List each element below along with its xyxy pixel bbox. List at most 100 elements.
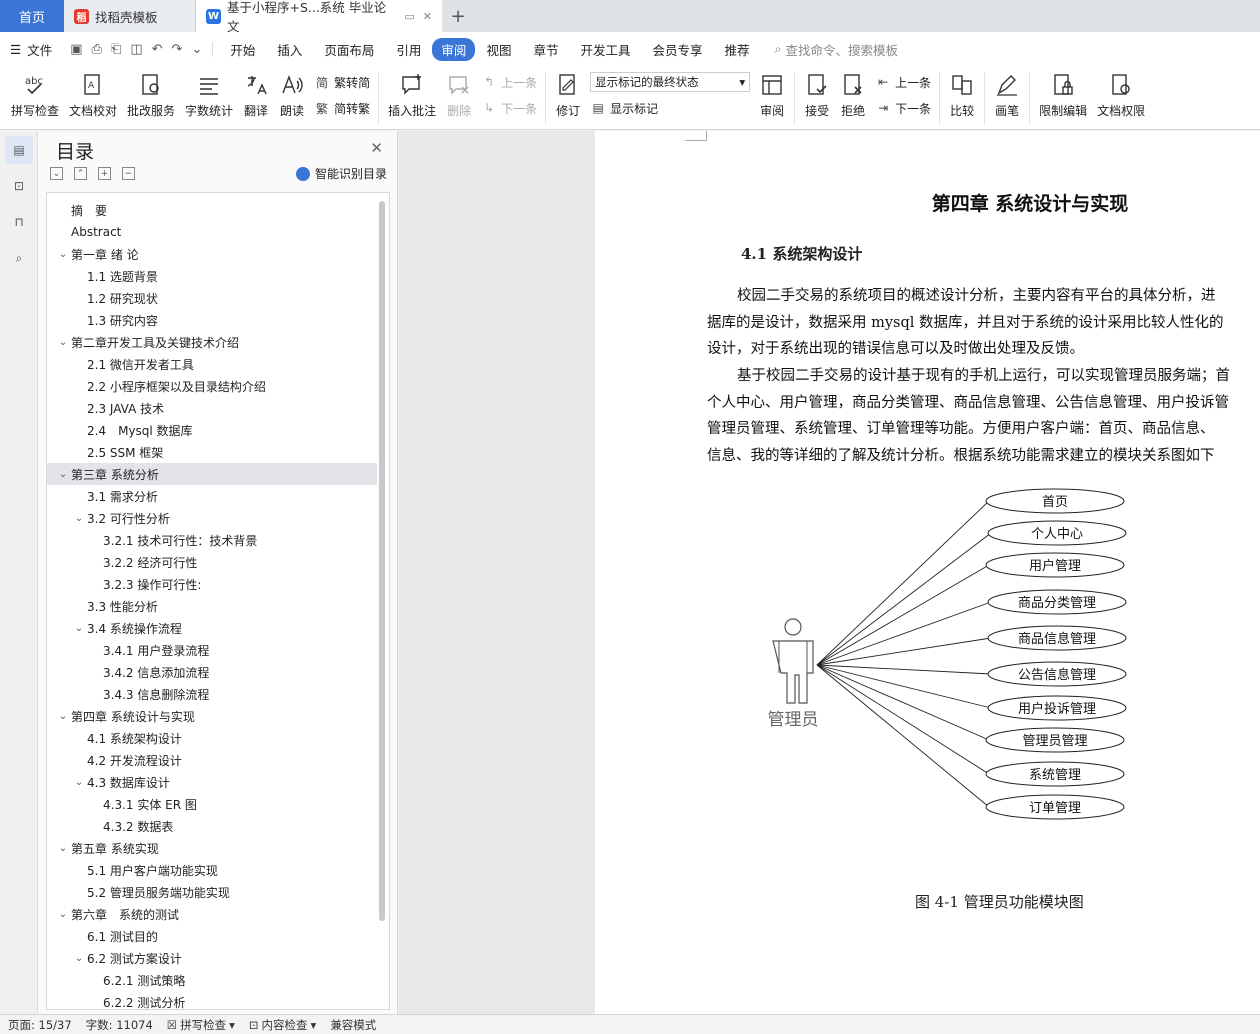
toc-item[interactable]: 3.1 需求分析 — [47, 485, 377, 507]
toc-item[interactable]: ⌄ 第二章开发工具及关键技术介绍 — [47, 331, 377, 353]
toc-panel-icon[interactable]: ▤ — [5, 136, 33, 164]
accept-button[interactable]: 接受 — [799, 66, 835, 119]
toc-item[interactable]: 4.1 系统架构设计 — [47, 727, 377, 749]
delete-comment-button[interactable]: 删除 — [441, 66, 477, 119]
menu-tab-5[interactable]: 视图 — [475, 38, 522, 61]
toc-item[interactable]: 4.3.1 实体 ER 图 — [47, 793, 377, 815]
toc-item[interactable]: ⌄ 6.2 测试方案设计 — [47, 947, 377, 969]
chevron-down-icon[interactable]: ⌄ — [71, 623, 87, 634]
menu-tab-3[interactable]: 引用 — [385, 38, 432, 61]
chevron-down-icon[interactable]: ⌄ — [55, 469, 71, 480]
toc-item[interactable]: 4.3.2 数据表 — [47, 815, 377, 837]
toc-item[interactable]: 4.2 开发流程设计 — [47, 749, 377, 771]
doc-rights-button[interactable]: 文档权限 — [1092, 66, 1150, 119]
tab-home[interactable]: 首页 — [0, 0, 64, 32]
chevron-down-icon[interactable]: ⌄ — [71, 513, 87, 524]
toc-scrollbar[interactable] — [379, 201, 385, 921]
word-count[interactable]: 字数: 11074 — [86, 1017, 153, 1033]
new-tab-button[interactable]: + — [442, 0, 474, 32]
trad-to-simp-button[interactable]: 简繁转简 — [314, 72, 370, 92]
status-spell-check[interactable]: ☒ 拼写检查 ▾ — [167, 1017, 235, 1033]
toc-item[interactable]: 3.3 性能分析 — [47, 595, 377, 617]
toc-item[interactable]: 6.2.2 测试分析 — [47, 991, 377, 1010]
translate-button[interactable]: 翻译 — [238, 66, 274, 119]
tab-window-icon[interactable]: ▭ — [404, 10, 414, 23]
toc-item[interactable]: 2.2 小程序框架以及目录结构介绍 — [47, 375, 377, 397]
undo-icon[interactable]: ↶ — [152, 42, 163, 57]
menu-tab-8[interactable]: 会员专享 — [641, 38, 713, 61]
chevron-down-icon[interactable]: ⌄ — [71, 953, 87, 964]
menu-tab-1[interactable]: 插入 — [266, 38, 313, 61]
toc-item[interactable]: ⌄ 3.2 可行性分析 — [47, 507, 377, 529]
toc-item[interactable]: ⌄ 第三章 系统分析 — [47, 463, 377, 485]
toc-item[interactable]: 1.2 研究现状 — [47, 287, 377, 309]
insert-comment-button[interactable]: 插入批注 — [383, 66, 441, 119]
toc-item[interactable]: 1.3 研究内容 — [47, 309, 377, 331]
toc-item[interactable]: ⌄ 第五章 系统实现 — [47, 837, 377, 859]
toc-item[interactable]: Abstract — [47, 221, 377, 243]
pen-button[interactable]: 画笔 — [989, 66, 1025, 119]
review-pane-button[interactable]: 审阅 — [754, 66, 790, 119]
compare-button[interactable]: 比较 — [944, 66, 980, 119]
show-markup-button[interactable]: ▤ 显示标记 — [590, 98, 750, 118]
print-icon[interactable]: ⎗ — [111, 42, 121, 57]
next-change-button[interactable]: ⇥ 下一条 — [875, 98, 931, 118]
toc-item[interactable]: 6.1 测试目的 — [47, 925, 377, 947]
chevron-down-icon[interactable]: ⌄ — [191, 42, 202, 57]
expand-icon[interactable]: + — [98, 167, 111, 180]
toc-item[interactable]: ⌄ 3.4 系统操作流程 — [47, 617, 377, 639]
close-icon[interactable]: ✕ — [370, 139, 383, 157]
toc-item[interactable]: 5.1 用户客户端功能实现 — [47, 859, 377, 881]
redo-icon[interactable]: ↷ — [172, 42, 183, 57]
reject-button[interactable]: 拒绝 — [835, 66, 871, 119]
toc-item[interactable]: 3.2.1 技术可行性：技术背景 — [47, 529, 377, 551]
read-aloud-button[interactable]: 朗读 — [274, 66, 310, 119]
tab-document[interactable]: W 基于小程序+S...系统 毕业论文 ▭ ✕ — [196, 0, 442, 34]
save-icon[interactable]: ▣ — [70, 42, 82, 57]
toc-item[interactable]: 2.1 微信开发者工具 — [47, 353, 377, 375]
menu-tab-9[interactable]: 推荐 — [714, 38, 761, 61]
toc-item[interactable]: ⌄ 第一章 绪 论 — [47, 243, 377, 265]
collapse-all-icon[interactable]: ⌄ — [50, 167, 63, 180]
menu-tab-2[interactable]: 页面布局 — [313, 38, 385, 61]
toc-item[interactable]: 3.2.3 操作可行性: — [47, 573, 377, 595]
toc-item[interactable]: ⌄ 第六章 系统的测试 — [47, 903, 377, 925]
chevron-down-icon[interactable]: ⌄ — [55, 249, 71, 260]
spell-check-button[interactable]: abc 拼写检查 — [6, 66, 64, 119]
search-icon[interactable]: ⌕ — [5, 244, 33, 272]
correction-service-button[interactable]: 批改服务 — [122, 66, 180, 119]
toc-item[interactable]: 2.5 SSM 框架 — [47, 441, 377, 463]
toc-item[interactable]: 6.2.1 测试策略 — [47, 969, 377, 991]
chevron-down-icon[interactable]: ⌄ — [55, 337, 71, 348]
tab-template[interactable]: 稻 找稻壳模板 — [64, 0, 196, 32]
toc-item[interactable]: 1.1 选题背景 — [47, 265, 377, 287]
menu-tab-6[interactable]: 章节 — [522, 38, 569, 61]
menu-tab-0[interactable]: 开始 — [219, 38, 266, 61]
next-comment-button[interactable]: ↳ 下一条 — [481, 98, 537, 118]
toc-item[interactable]: 摘 要 — [47, 199, 377, 221]
smart-toc-button[interactable]: 智能识别目录 — [295, 165, 387, 182]
toc-item[interactable]: 3.4.1 用户登录流程 — [47, 639, 377, 661]
toc-item[interactable]: 3.4.3 信息删除流程 — [47, 683, 377, 705]
collapse-icon[interactable]: − — [122, 167, 135, 180]
command-search[interactable]: ⌕ 查找命令、搜索模板 — [775, 40, 899, 59]
toc-item[interactable]: 3.2.2 经济可行性 — [47, 551, 377, 573]
toc-item[interactable]: 3.4.2 信息添加流程 — [47, 661, 377, 683]
toc-item[interactable]: 5.2 管理员服务端功能实现 — [47, 881, 377, 903]
bookmark-icon[interactable]: ⊓ — [5, 208, 33, 236]
chevron-down-icon[interactable]: ⌄ — [55, 909, 71, 920]
chevron-down-icon[interactable]: ⌄ — [55, 711, 71, 722]
chevron-down-icon[interactable]: ⌄ — [71, 777, 87, 788]
toc-item[interactable]: ⌄ 第四章 系统设计与实现 — [47, 705, 377, 727]
prev-change-button[interactable]: ⇤ 上一条 — [875, 72, 931, 92]
document-page[interactable]: 第四章 系统设计与实现 4.1 系统架构设计 校园二手交易的系统项目的概述设计分… — [595, 131, 1260, 1014]
toc-item[interactable]: 2.4 Mysql 数据库 — [47, 419, 377, 441]
track-changes-button[interactable]: 修订 — [550, 66, 586, 119]
export-icon[interactable]: ⎙ — [92, 42, 102, 57]
toc-item[interactable]: ⌄ 4.3 数据库设计 — [47, 771, 377, 793]
prev-comment-button[interactable]: ↰ 上一条 — [481, 72, 537, 92]
tab-close-icon[interactable]: ✕ — [423, 10, 432, 23]
chevron-down-icon[interactable]: ⌄ — [55, 843, 71, 854]
menu-tab-4[interactable]: 审阅 — [432, 37, 476, 61]
toc-item[interactable]: 2.3 JAVA 技术 — [47, 397, 377, 419]
